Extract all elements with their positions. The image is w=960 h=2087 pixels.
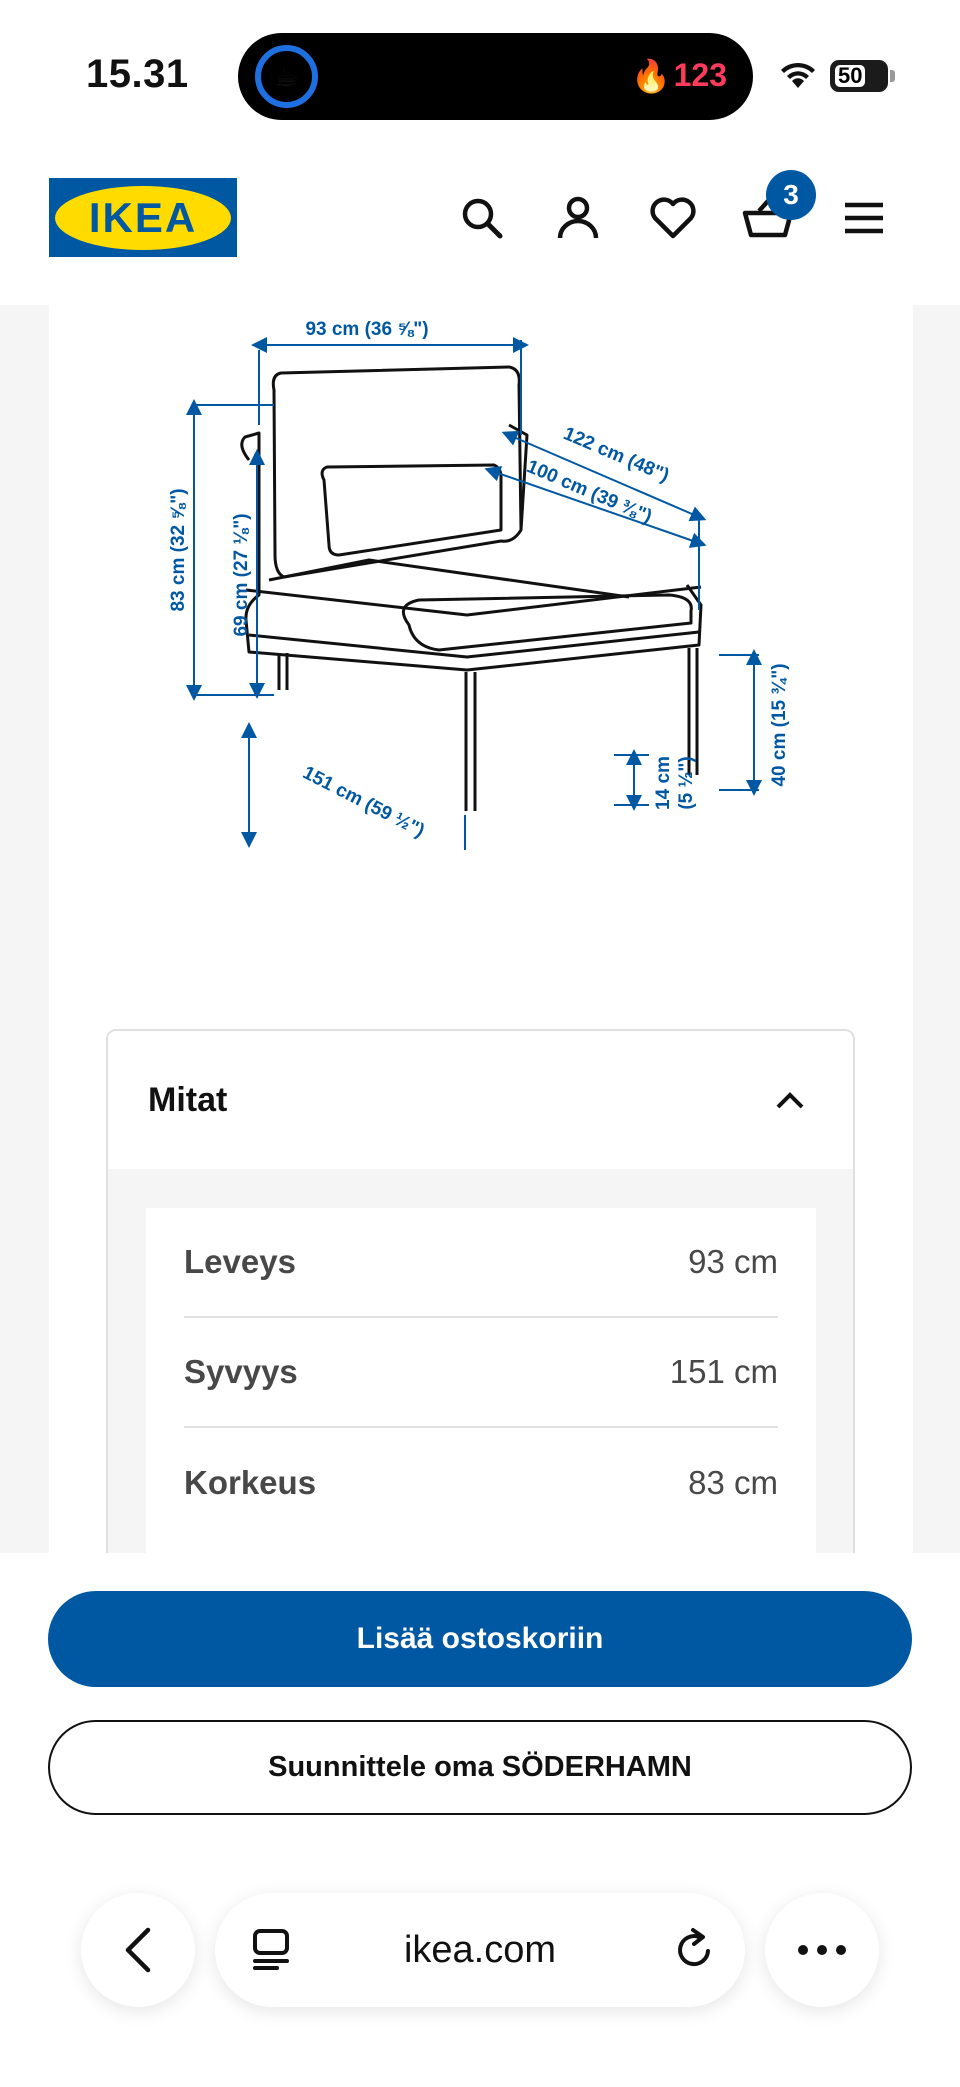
chaise-lounge-drawing [240, 365, 703, 811]
dimensions-table: Leveys 93 cm Syvyys 151 cm Korkeus 83 cm [146, 1208, 816, 1553]
dim-width-label: 93 cm (36 ⅝") [305, 319, 428, 340]
battery-level: 50 [835, 65, 866, 87]
menu-icon[interactable] [836, 190, 892, 246]
chevron-left-icon [125, 1927, 151, 1973]
status-bar: 15.31 ☕ 🔥 123 50 [0, 0, 960, 150]
heart-icon[interactable] [645, 190, 701, 246]
dim-leg-height-in-label: (5 ½") [676, 756, 697, 809]
status-time: 15.31 [86, 52, 189, 96]
address-bar[interactable]: ikea.com [215, 1893, 745, 2007]
dimension-value: 83 cm [688, 1464, 778, 1501]
dimension-value: 93 cm [688, 1243, 778, 1280]
dimension-value: 151 cm [669, 1353, 778, 1390]
dimensions-accordion-header[interactable]: Mitat [108, 1031, 853, 1169]
more-icon [798, 1945, 846, 1955]
flame-icon: 🔥 [631, 58, 671, 94]
reload-icon[interactable] [673, 1927, 715, 1971]
coffee-activity-icon: ☕ [255, 45, 318, 108]
activity-count: 123 [673, 57, 727, 93]
site-header: IKEA 3 [0, 150, 960, 305]
dimension-label: Syvyys [184, 1353, 298, 1390]
dimension-label: Leveys [184, 1243, 296, 1280]
dimension-row: Leveys 93 cm [184, 1208, 778, 1318]
cart-count-badge: 3 [766, 170, 816, 220]
search-icon[interactable] [454, 190, 510, 246]
dim-leg-height-cm-label: 14 cm [653, 756, 674, 810]
chevron-up-icon[interactable] [775, 1090, 805, 1110]
url-text: ikea.com [403, 1929, 557, 1971]
dim-seat-height-label: 40 cm (15 ¾") [769, 663, 790, 786]
add-to-cart-button[interactable]: Lisää ostoskoriin [48, 1591, 912, 1687]
product-content[interactable]: 93 cm (36 ⅝") 122 cm (48") 100 cm (39 ⅜"… [0, 305, 960, 1553]
product-card: 93 cm (36 ⅝") 122 cm (48") 100 cm (39 ⅜"… [49, 305, 913, 1553]
back-button[interactable] [81, 1893, 195, 2007]
dynamic-island[interactable]: ☕ 🔥 123 [238, 33, 753, 120]
ikea-logo[interactable]: IKEA [49, 178, 237, 257]
battery-icon: 50 [830, 60, 895, 92]
logo-text: IKEA [88, 193, 198, 241]
dim-arm-height-label: 69 cm (27 ⅛") [231, 513, 252, 636]
dim-total-height-label: 83 cm (32 ⅝") [168, 488, 189, 611]
page: 15.31 ☕ 🔥 123 50 IKEA 3 93 cm (36 ⅝") 12… [0, 0, 960, 2087]
dimension-label: Korkeus [184, 1464, 317, 1501]
more-button[interactable] [765, 1893, 879, 2007]
dimensions-accordion: Mitat Leveys 93 cm Syvyys 151 cm Korkeus… [106, 1029, 855, 1553]
account-icon[interactable] [550, 190, 606, 246]
browser-toolbar: ikea.com [0, 1853, 960, 2087]
dimension-row: Syvyys 151 cm [184, 1318, 778, 1428]
dimensions-title: Mitat [148, 1080, 228, 1119]
design-own-button[interactable]: Suunnittele oma SÖDERHAMN [48, 1720, 912, 1815]
wifi-icon [781, 62, 815, 88]
dim-depth-label: 151 cm (59 ½") [299, 762, 428, 841]
dimension-row: Korkeus 83 cm [184, 1428, 778, 1538]
dimension-diagram: 93 cm (36 ⅝") 122 cm (48") 100 cm (39 ⅜"… [168, 319, 790, 850]
